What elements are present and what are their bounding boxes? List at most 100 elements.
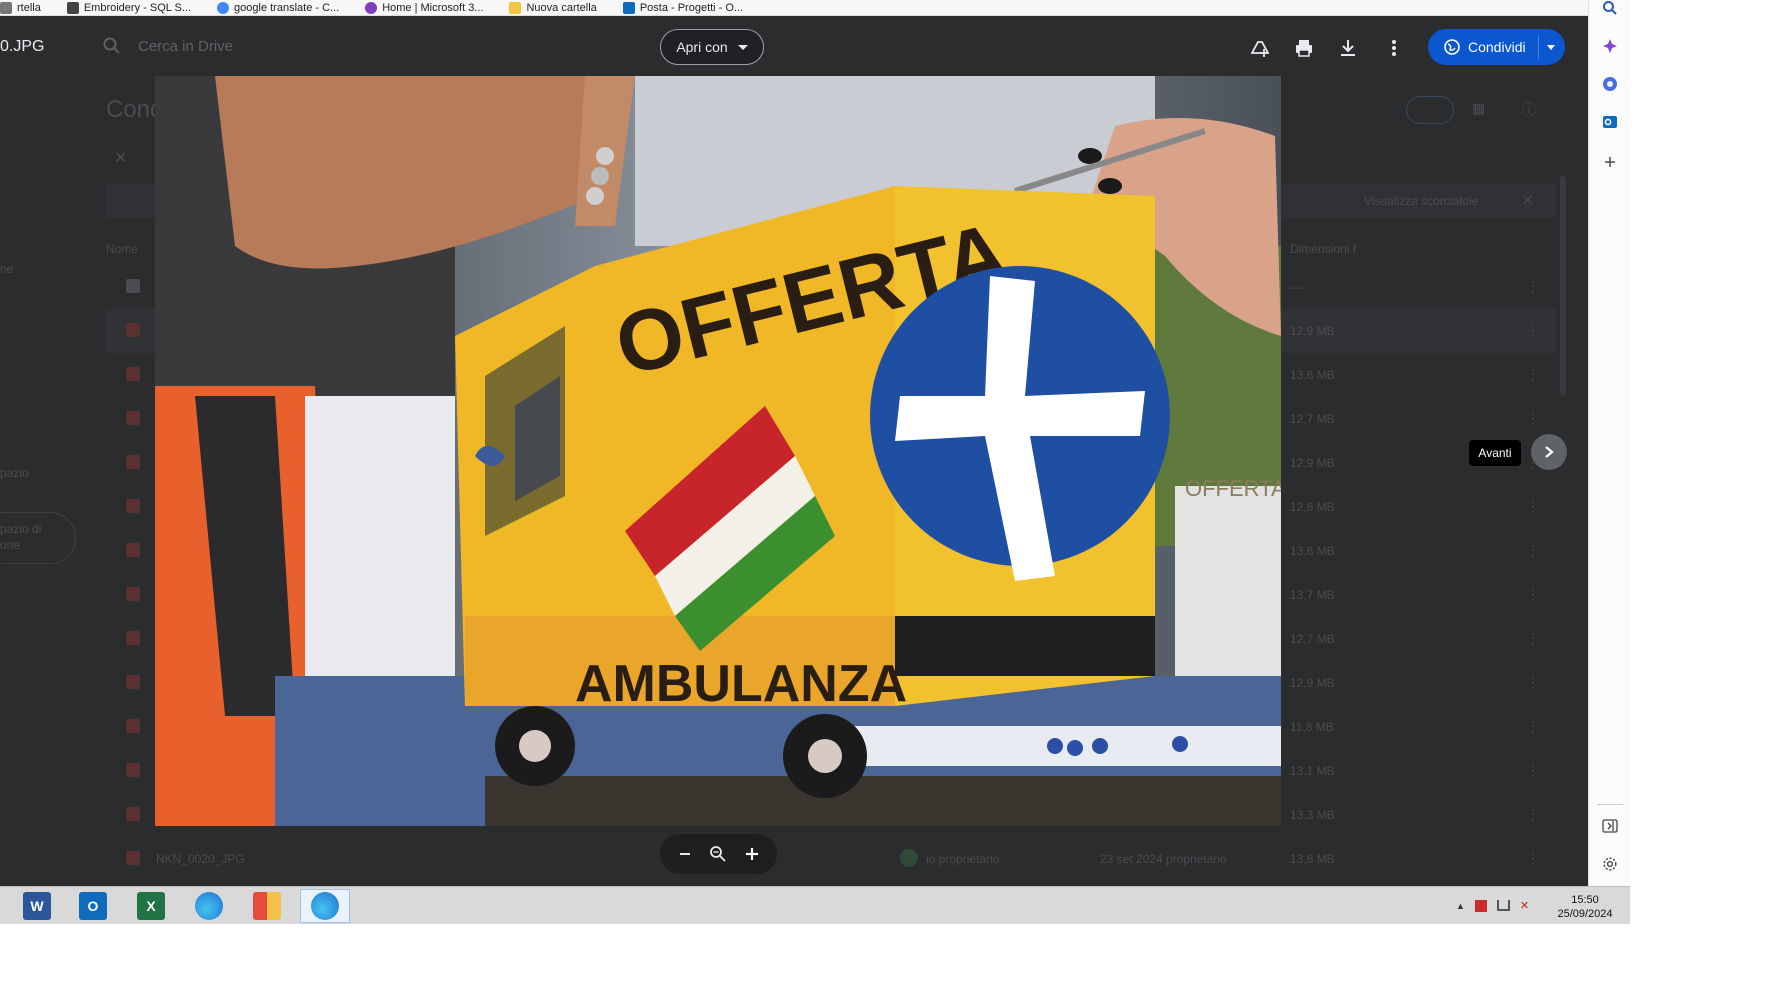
- nav-label: pazio di: [0, 522, 42, 536]
- speaker-muted-icon[interactable]: ✕: [1520, 899, 1529, 912]
- image-file-icon: [126, 587, 140, 601]
- nav-label: ne: [0, 262, 14, 276]
- bookmark-item[interactable]: Home | Microsoft 3...: [365, 1, 483, 14]
- more-icon: ⋮: [1526, 366, 1540, 382]
- gear-icon: [1603, 857, 1617, 871]
- image-file-icon: [126, 543, 140, 557]
- tray-expand-icon[interactable]: ▲: [1456, 901, 1465, 911]
- image-file-icon: [126, 367, 140, 381]
- taskbar-outlook[interactable]: O: [68, 889, 118, 923]
- open-with-button[interactable]: Apri con: [660, 29, 764, 65]
- excel-icon: X: [137, 892, 165, 920]
- table-row: NKN_0020_JPG io proprietario 23 set 2024…: [106, 837, 1556, 881]
- microsoft365-icon: [365, 1, 378, 14]
- taskbar-word[interactable]: W: [12, 889, 62, 923]
- more-icon: ⋮: [1526, 498, 1540, 514]
- image-file-icon: [126, 323, 140, 337]
- share-dropdown-icon[interactable]: [1547, 45, 1555, 50]
- chevron-right-icon: [1545, 446, 1554, 458]
- search-input[interactable]: Cerca in Drive: [138, 38, 233, 55]
- hide-sidebar-button[interactable]: [1600, 816, 1620, 836]
- caret-down-icon: [737, 44, 748, 50]
- next-tooltip: Avanti: [1469, 440, 1521, 466]
- word-icon: W: [23, 892, 51, 920]
- image-file-icon: [126, 411, 140, 425]
- svg-text:AMBULANZA: AMBULANZA: [575, 655, 907, 713]
- sidebar-settings-button[interactable]: [1600, 854, 1620, 874]
- network-icon[interactable]: [1496, 900, 1510, 911]
- m365-button[interactable]: [1600, 74, 1620, 94]
- search-icon: [1603, 1, 1617, 15]
- magnifier-icon: [710, 846, 727, 862]
- image-file-icon: [126, 719, 140, 733]
- windows-taskbar: W O X ▲ ✕ 15:50 25/09/2024: [0, 886, 1630, 924]
- banner-close-icon: ✕: [1522, 192, 1534, 208]
- more-icon: ⋮: [1526, 322, 1540, 338]
- bookmark-icon: [0, 1, 12, 14]
- outlook-icon: [1603, 116, 1617, 128]
- zoom-out-button[interactable]: [673, 842, 697, 866]
- info-icon: ⓘ: [1522, 102, 1536, 118]
- next-button[interactable]: [1531, 434, 1567, 470]
- zoom-controls: [660, 834, 777, 874]
- taskbar-edge[interactable]: [184, 889, 234, 923]
- screen: rtella Embroidery - SQL S... google tran…: [0, 0, 1777, 1000]
- owner-avatar: [900, 849, 918, 867]
- zoom-reset-button[interactable]: [706, 842, 730, 866]
- file-name: 0.JPG: [0, 38, 45, 55]
- system-tray: ▲ ✕: [1456, 899, 1529, 912]
- share-button[interactable]: Condividi: [1428, 29, 1565, 65]
- taskbar-file-explorer[interactable]: [242, 889, 292, 923]
- print-button[interactable]: [1292, 36, 1316, 60]
- clock[interactable]: 15:50 25/09/2024: [1550, 893, 1620, 921]
- bookmarks-bar: rtella Embroidery - SQL S... google tran…: [0, 0, 1588, 16]
- outlook-icon: O: [79, 892, 107, 920]
- zoom-in-button[interactable]: [740, 842, 764, 866]
- image-file-icon: [126, 807, 140, 821]
- image-file-icon: [126, 851, 140, 865]
- plus-icon: [1605, 157, 1615, 167]
- more-icon: ⋮: [1526, 850, 1540, 866]
- folder-icon: [509, 1, 522, 14]
- print-icon: [1296, 40, 1312, 57]
- search-button[interactable]: [1600, 0, 1620, 18]
- image-file-icon: [126, 763, 140, 777]
- download-icon: [1341, 40, 1355, 56]
- bookmark-item[interactable]: Embroidery - SQL S...: [66, 1, 191, 14]
- bookmark-item[interactable]: google translate - C...: [217, 1, 339, 14]
- globe-icon: [1444, 39, 1460, 55]
- bookmark-item[interactable]: rtella: [0, 1, 41, 14]
- more-icon: ⋮: [1526, 806, 1540, 822]
- copilot-button[interactable]: [1600, 36, 1620, 56]
- add-sidebar-app-button[interactable]: [1600, 152, 1620, 172]
- more-icon: ⋮: [1526, 278, 1540, 294]
- nav-label: one: [0, 538, 21, 552]
- banner-text: Visualizza scorciatoie: [1364, 194, 1479, 208]
- image-file-icon: [126, 455, 140, 469]
- folder-icon: [253, 892, 281, 920]
- minus-icon: [679, 853, 690, 855]
- more-vert-icon: [1392, 40, 1396, 56]
- drive-file-viewer: Cond ✕ ▦ ⓘ Visualizza scorciatoie ✕ Nome…: [0, 16, 1588, 886]
- drive-add-icon: [1250, 41, 1270, 57]
- sparkle-icon: [1603, 39, 1617, 53]
- more-options-button[interactable]: [1382, 36, 1406, 60]
- image-file-icon: [126, 631, 140, 645]
- taskbar-edge-active[interactable]: [300, 889, 350, 923]
- outlook-button[interactable]: [1600, 112, 1620, 132]
- bookmark-item[interactable]: Posta - Progetti - O...: [622, 1, 743, 14]
- search-icon: [102, 36, 122, 56]
- more-icon: ⋮: [1526, 586, 1540, 602]
- bookmark-icon: [66, 1, 79, 14]
- bookmark-item[interactable]: Nuova cartella: [509, 1, 597, 14]
- browser-sidebar: [1588, 0, 1630, 886]
- download-button[interactable]: [1336, 36, 1360, 60]
- more-icon: ⋮: [1526, 762, 1540, 778]
- add-shortcut-button[interactable]: [1248, 36, 1272, 60]
- flag-alert-icon[interactable]: [1474, 899, 1487, 912]
- more-icon: ⋮: [1526, 542, 1540, 558]
- plus-icon: [746, 848, 759, 860]
- m365-icon: [1603, 77, 1617, 91]
- taskbar-excel[interactable]: X: [126, 889, 176, 923]
- scrollbar: [1560, 176, 1566, 396]
